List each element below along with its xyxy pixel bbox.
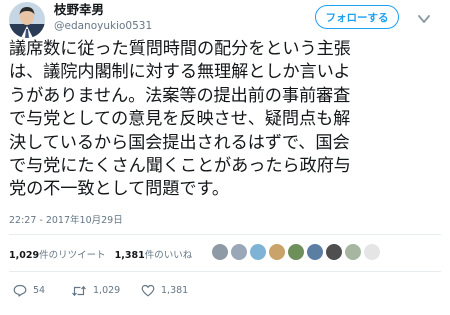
- user-handle[interactable]: @edanoyukio0531: [54, 19, 152, 33]
- display-name[interactable]: 枝野幸男: [54, 2, 104, 18]
- tweet-text: 議席数に従った質問時間の配分をという主張 は、議院内閣制に対する無理解としか言い…: [9, 38, 445, 202]
- tweet-text-line: うがありません。法案等の提出前の事前審査: [9, 85, 351, 106]
- tweet-card: 枝野幸男 @edanoyukio0531 フォローする 議席数に従った質問時間の…: [0, 0, 450, 315]
- chevron-down-icon[interactable]: [417, 10, 431, 23]
- like-count: 1,381: [161, 285, 189, 296]
- retweet-count: 1,029: [93, 285, 121, 296]
- like-stat-label: 件のいいね: [144, 250, 193, 261]
- tweet-timestamp[interactable]: 22:27 - 2017年10月29日: [9, 212, 123, 226]
- liker-avatar[interactable]: [345, 244, 361, 260]
- tweet-text-line: は、議院内閣制に対する無理解としか言いよ: [9, 62, 351, 83]
- like-stat[interactable]: 1,381件のいいね: [115, 250, 193, 261]
- avatar-image: [9, 2, 45, 38]
- tweet-text-line: 決しているから国会提出されるはずで、国会: [9, 132, 350, 153]
- tweet-actions: 54 1,029 1,381: [13, 284, 188, 297]
- divider: [9, 271, 441, 272]
- tweet-text-line: 議席数に従った質問時間の配分をという主張: [9, 39, 351, 59]
- retweet-stat[interactable]: 1,029件のリツイート: [9, 250, 106, 261]
- heart-icon: [141, 284, 155, 297]
- liker-avatar[interactable]: [288, 244, 304, 260]
- liker-avatar[interactable]: [231, 244, 247, 260]
- reply-icon: [13, 284, 27, 297]
- like-stat-count: 1,381: [114, 250, 145, 261]
- tweet-text-line: で与党にたくさん聞くことがあったら政府与: [9, 156, 351, 177]
- liker-avatars: [212, 244, 380, 260]
- liker-avatar[interactable]: [326, 244, 342, 260]
- reply-button[interactable]: 54: [13, 284, 71, 297]
- divider: [9, 234, 441, 235]
- retweet-stat-label: 件のリツイート: [39, 250, 106, 261]
- liker-avatar[interactable]: [364, 244, 380, 260]
- liker-avatar[interactable]: [269, 244, 285, 260]
- retweet-icon: [71, 285, 87, 297]
- engagement-stats: 1,029件のリツイート 1,381件のいいね: [9, 247, 192, 261]
- tweet-text-line: で与党としての意見を反映させ、疑問点も解: [9, 109, 351, 130]
- follow-button[interactable]: フォローする: [315, 5, 399, 29]
- liker-avatar[interactable]: [250, 244, 266, 260]
- reply-count: 54: [33, 285, 46, 296]
- like-button[interactable]: 1,381: [141, 284, 188, 297]
- retweet-button[interactable]: 1,029: [71, 285, 141, 297]
- retweet-stat-count: 1,029: [9, 250, 40, 261]
- liker-avatar[interactable]: [212, 244, 228, 260]
- tweet-text-line: 党の不一致として問題です。: [9, 179, 229, 200]
- avatar[interactable]: [9, 2, 45, 38]
- liker-avatar[interactable]: [307, 244, 323, 260]
